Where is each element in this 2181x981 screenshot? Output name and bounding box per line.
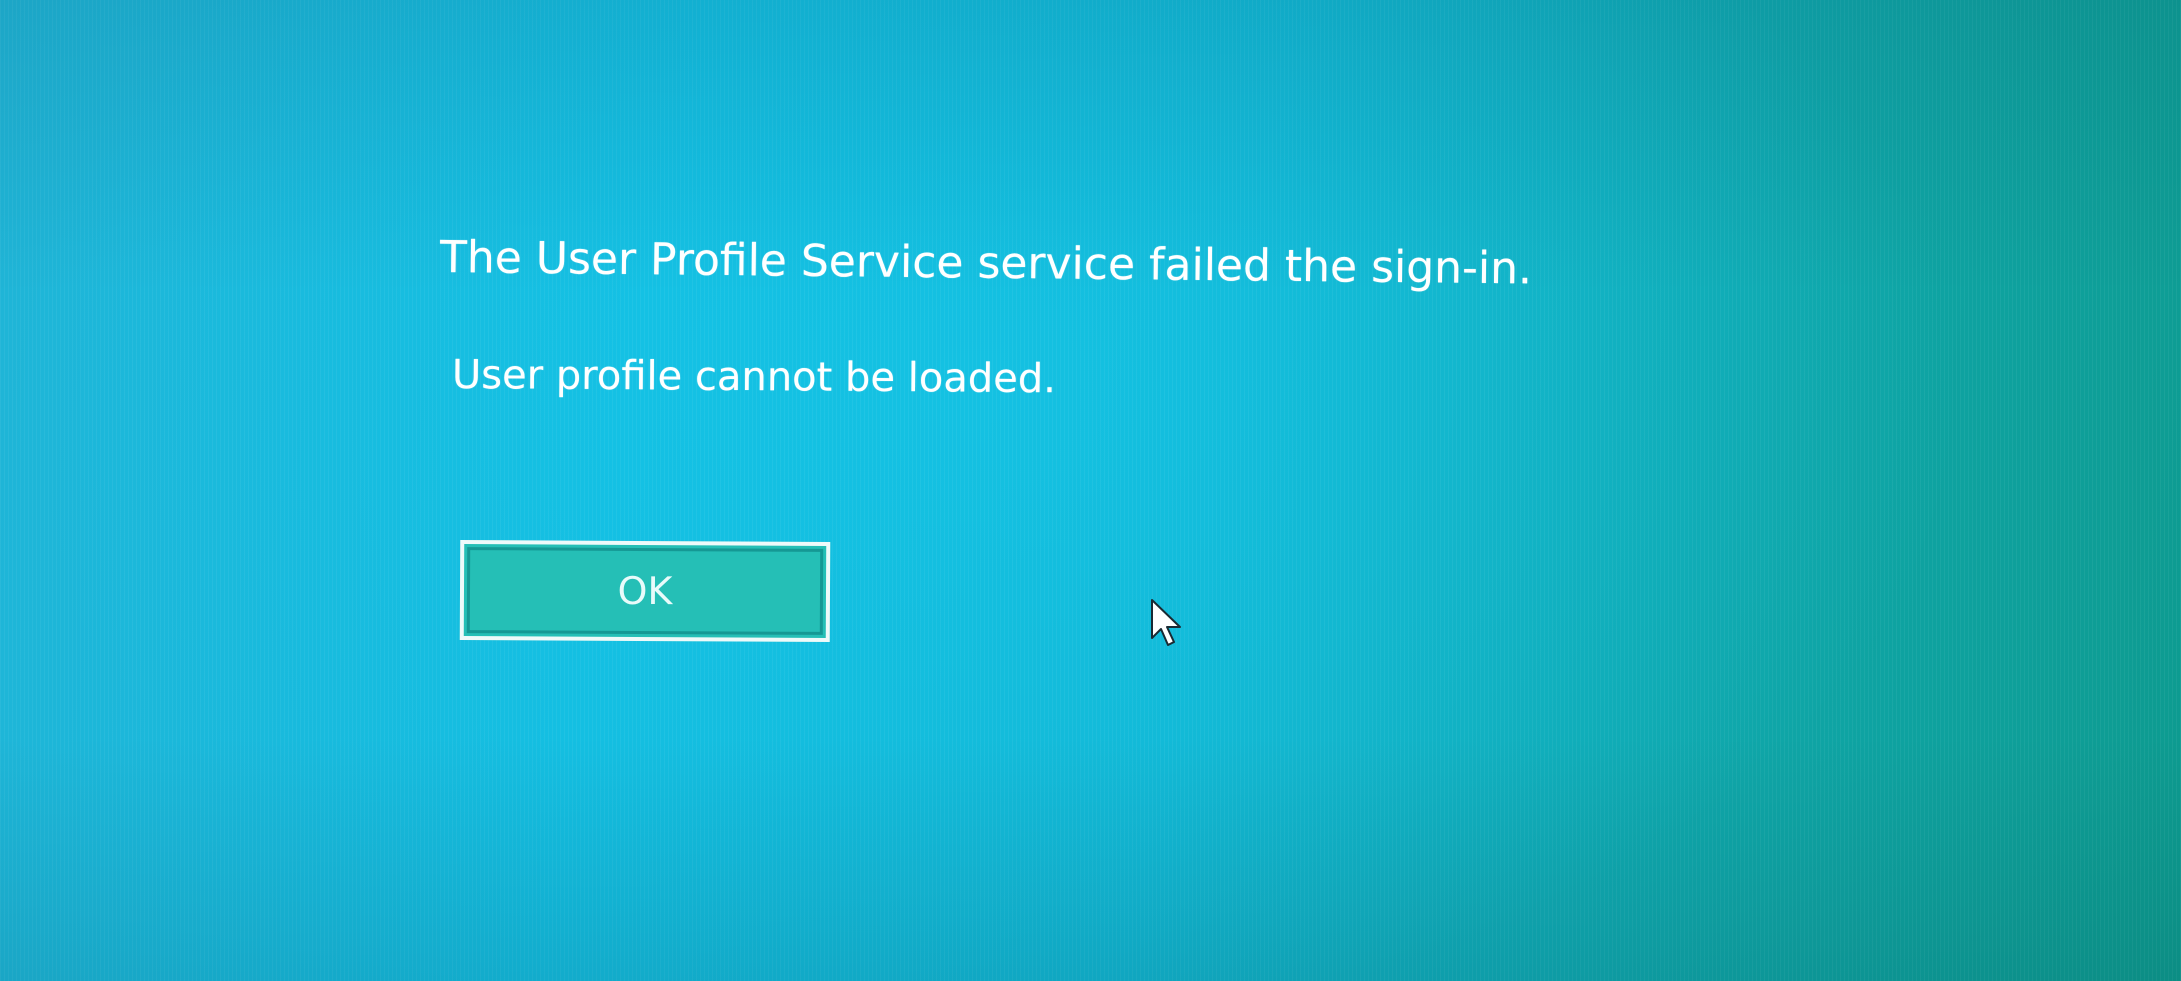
error-detail: User profile cannot be loaded. — [451, 352, 1057, 403]
mouse-pointer-icon — [1151, 599, 1181, 646]
screen-texture — [0, 0, 2181, 981]
ok-button[interactable]: OK — [459, 540, 831, 642]
error-title: The User Profile Service service failed … — [439, 232, 1533, 295]
sign-in-error-screen: The User Profile Service service failed … — [0, 0, 2181, 981]
screen-shading — [0, 0, 2181, 981]
